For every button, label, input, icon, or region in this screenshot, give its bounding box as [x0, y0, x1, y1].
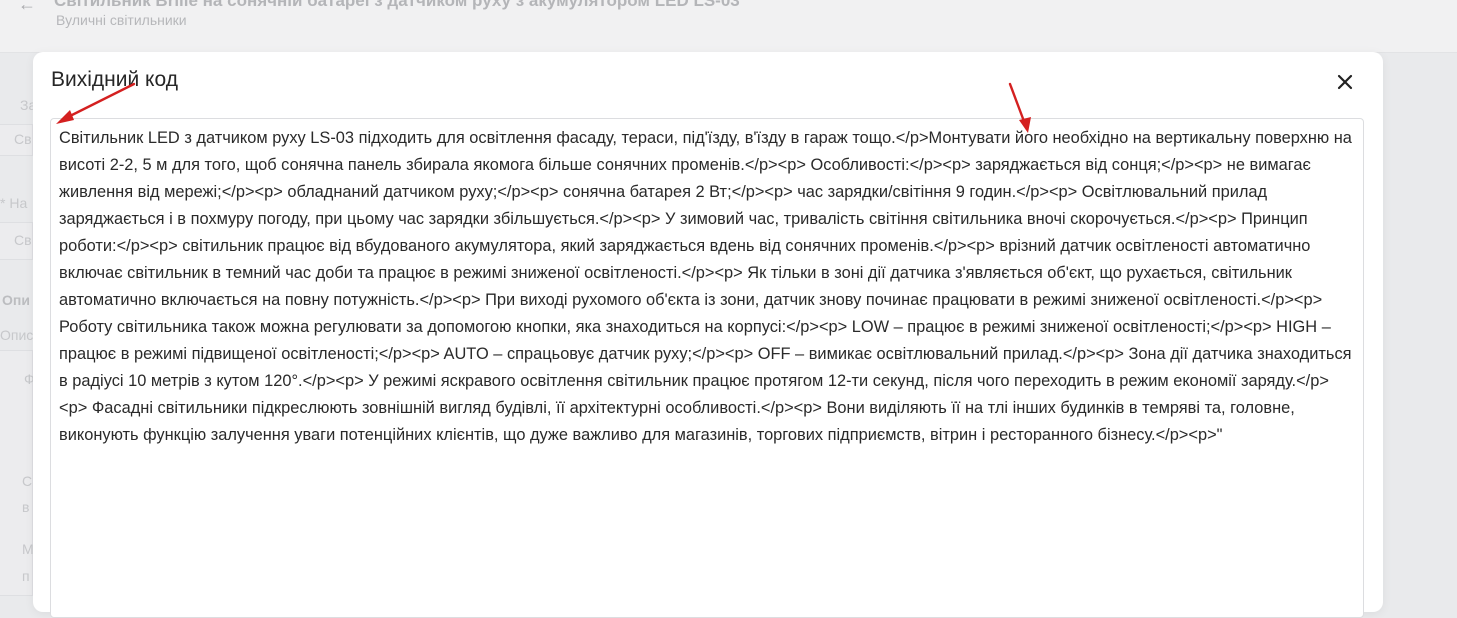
- bg-section-fragment: Опи: [2, 292, 30, 308]
- bg-editor-fragment-text: М: [22, 541, 34, 557]
- bg-editor-fragment-text: в: [22, 499, 30, 515]
- bg-field-text-fragment: Св: [14, 232, 32, 248]
- source-code-modal: Вихідний код Світильник LED з датчиком р…: [33, 52, 1383, 618]
- arrow-left-icon[interactable]: ←: [18, 0, 36, 15]
- bg-editor-fragment-text: п: [22, 568, 30, 584]
- page-title: Світильник Brille на сонячній батареї з …: [54, 0, 740, 10]
- bg-field-text-fragment: Св: [14, 131, 32, 147]
- source-code-textarea[interactable]: Світильник LED з датчиком руху LS-03 під…: [50, 118, 1364, 618]
- close-icon[interactable]: [1333, 70, 1357, 94]
- page-subtitle: Вуличні світильники: [56, 12, 187, 28]
- bg-label-fragment: * На: [0, 195, 28, 211]
- bg-label-fragment: Опис: [0, 327, 34, 343]
- background-header: ← Світильник Brille на сонячній батареї …: [0, 0, 1457, 53]
- modal-title: Вихідний код: [51, 68, 178, 91]
- bg-editor-fragment-text: С: [22, 473, 33, 489]
